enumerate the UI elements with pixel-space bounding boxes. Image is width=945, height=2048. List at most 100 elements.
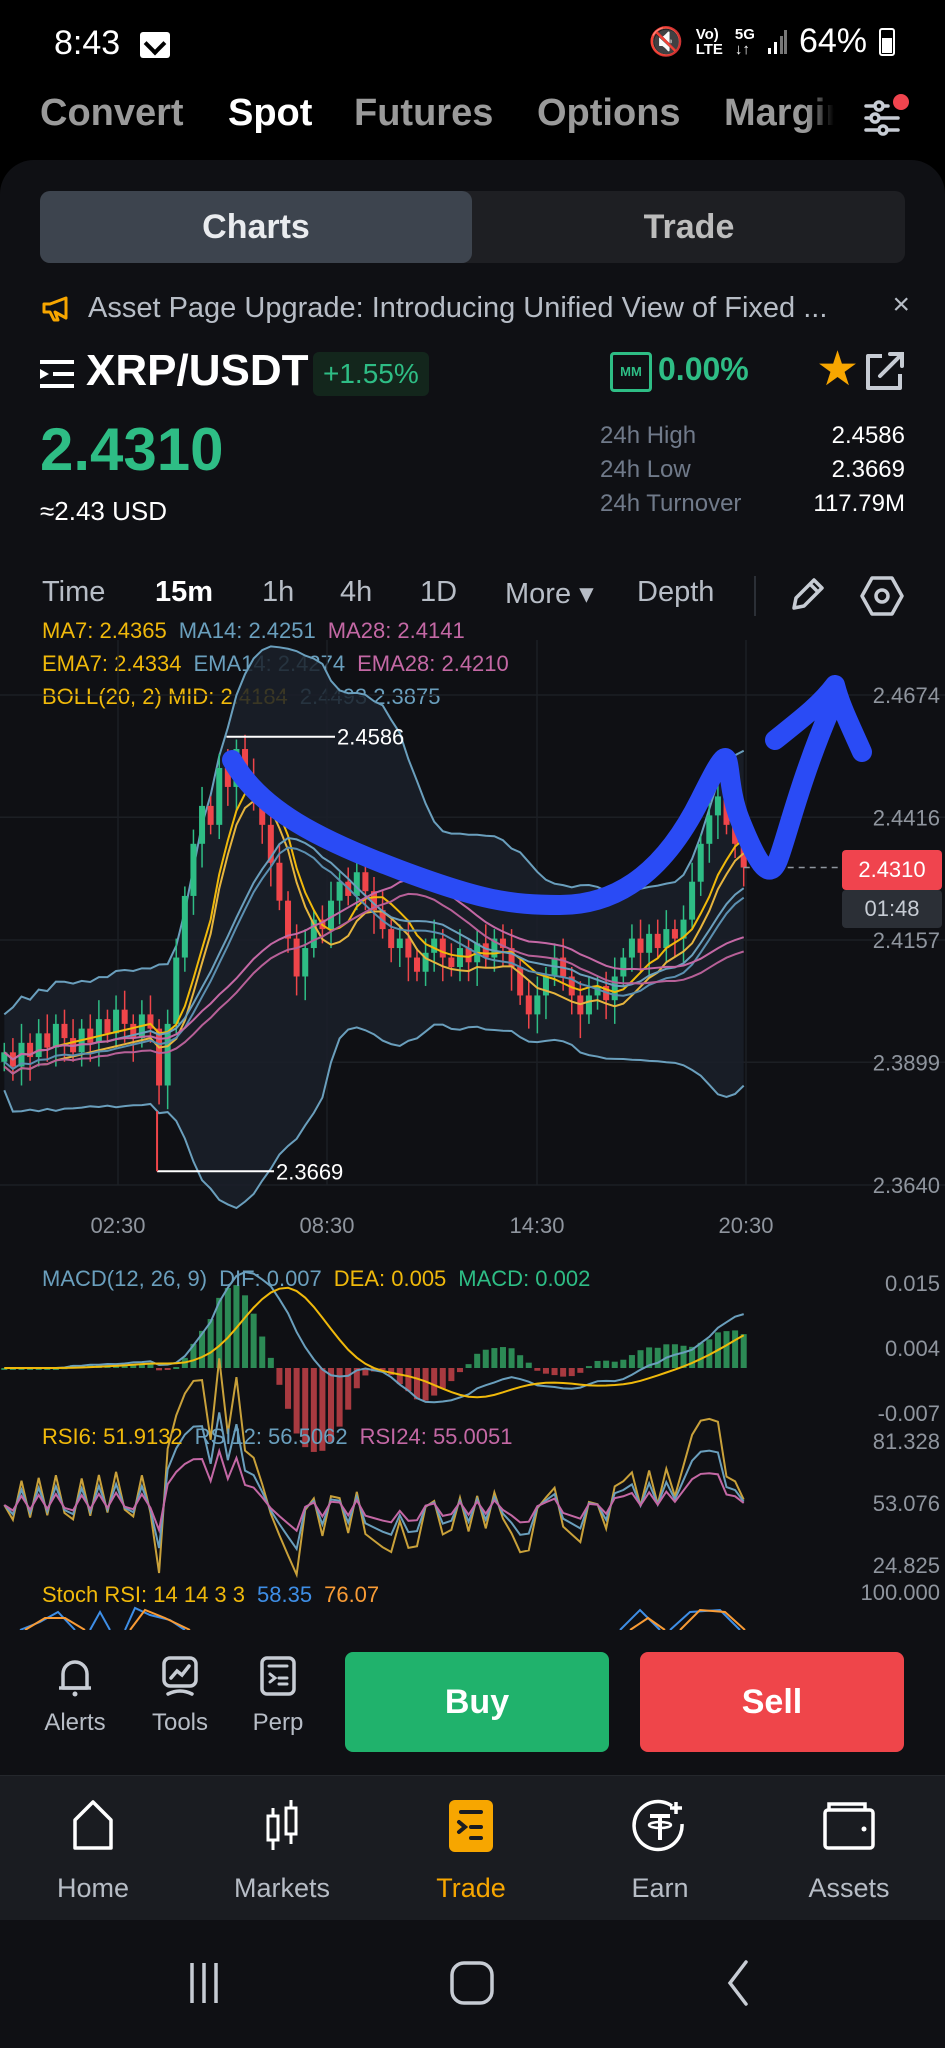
macd-histogram-bar [723,1331,730,1368]
candle-body [620,957,627,977]
tab-margin[interactable]: Margin [724,92,834,135]
candle-body [482,943,489,958]
nav-earn[interactable]: Earn [585,1798,735,1904]
nav-markets[interactable]: Markets [207,1798,357,1904]
macd-histogram-bar [285,1368,292,1409]
macd-histogram-bar [542,1368,549,1374]
back-icon[interactable] [712,1958,772,2008]
candle-body [448,957,455,968]
nav-home[interactable]: Home [18,1798,168,1904]
candle-body [156,1028,163,1086]
alerts-button[interactable]: Alerts [35,1654,115,1737]
macd-histogram-bar [405,1368,412,1392]
macd-histogram-bar [482,1349,489,1368]
candle-body [525,995,532,1015]
candle-body [216,767,223,825]
candle-body [413,957,420,972]
macd-histogram-bar [276,1368,283,1385]
candle-body [628,938,635,958]
candle-body [44,1033,51,1048]
candle-body [405,938,412,958]
status-time: 8:43 [54,24,121,62]
macd-dea-line [4,1286,745,1399]
perp-button[interactable]: Perp [238,1654,318,1737]
candle-body [534,995,541,1015]
nav-label: Markets [233,1873,331,1903]
stoch-k-line [19,1606,741,1631]
macd-histogram-bar [585,1366,592,1369]
macd-histogram-bar [465,1364,472,1368]
recent-apps-icon[interactable] [180,1958,240,2008]
last-price-tag: 2.4310 [842,850,942,890]
low-marker-label: 2.3669 [276,1159,343,1184]
tools-icon [162,1656,198,1696]
macd-histogram-bar [448,1368,455,1382]
y-tick-label: 2.4416 [873,805,940,830]
macd-histogram-bar [534,1368,541,1371]
rsi12-value: RSI12: 56.5062 [194,1424,348,1449]
high-marker-label: 2.4586 [337,725,404,750]
macd-histogram-bar [732,1330,739,1368]
macd-dea: DEA: 0.005 [333,1266,447,1291]
y-tick-label: 2.4157 [873,928,940,953]
rsi6-line [3,1358,745,1579]
candle-body [35,1033,42,1058]
candle-body [113,1009,120,1034]
macd-histogram-bar [560,1368,567,1377]
sell-button[interactable]: Sell [640,1652,904,1752]
candle-body [663,929,670,949]
stoch-params: Stoch RSI: 14 14 3 3 [42,1582,246,1607]
candle-body [61,1023,68,1039]
tab-options[interactable]: Options [537,92,681,135]
5g-icon: 5G ↓↑ [734,25,755,58]
tab-futures[interactable]: Futures [354,92,493,135]
macd-y-tick: 0.004 [885,1336,940,1361]
perp-icon [260,1656,296,1696]
candle-body [87,1028,94,1043]
macd-histogram-bar [173,1367,180,1370]
candle-countdown: 01:48 [842,890,942,928]
candle-body [104,1019,111,1034]
macd-value: MACD: 0.002 [458,1266,591,1291]
system-nav-bar [0,1920,945,2048]
home-nav-icon[interactable] [442,1958,502,2008]
rsi-y-tick: 81.328 [873,1429,940,1454]
candle-body [336,881,343,901]
nav-assets[interactable]: Assets [774,1798,924,1904]
macd-histogram-bar [164,1368,171,1370]
candle-body [190,843,197,896]
y-tick-label: 2.3899 [873,1050,940,1075]
candle-body [362,872,369,892]
buy-button[interactable]: Buy [345,1652,609,1752]
perp-label: Perp [252,1709,304,1736]
trade-icon [449,1800,493,1852]
macd-y-tick: -0.007 [878,1401,940,1426]
signal-icon [767,29,787,54]
x-tick-label: 20:30 [718,1213,773,1238]
tab-spot[interactable]: Spot [228,92,312,135]
macd-histogram-bar [551,1368,558,1376]
battery-icon [879,27,895,56]
x-tick-label: 14:30 [509,1213,564,1238]
candle-body [95,1019,102,1043]
candle-body [52,1023,59,1048]
price-chart[interactable]: 2.4674 2.4416 2.4157 2.3899 2.3640 02:30 08:30… [0,160,945,1640]
candle-body [706,815,713,844]
macd-histogram-bar [431,1368,438,1396]
mail-icon [140,32,170,58]
macd-histogram-bar [456,1368,463,1373]
nav-trade[interactable]: Trade [396,1798,546,1904]
candle-body [542,976,549,996]
candle-body [671,929,678,939]
y-tick-label: 2.3640 [873,1173,940,1198]
tools-label: Tools [151,1709,209,1736]
candle-body [276,862,283,901]
macd-histogram-bar [147,1364,154,1368]
candle-body [207,805,214,825]
candle-body [714,796,721,816]
tab-convert[interactable]: Convert [40,92,184,135]
volte-icon: Vo) LTE [695,25,723,58]
candle-body [302,948,309,977]
rsi24-value: RSI24: 55.0051 [359,1424,513,1449]
tools-button[interactable]: Tools [140,1654,220,1737]
